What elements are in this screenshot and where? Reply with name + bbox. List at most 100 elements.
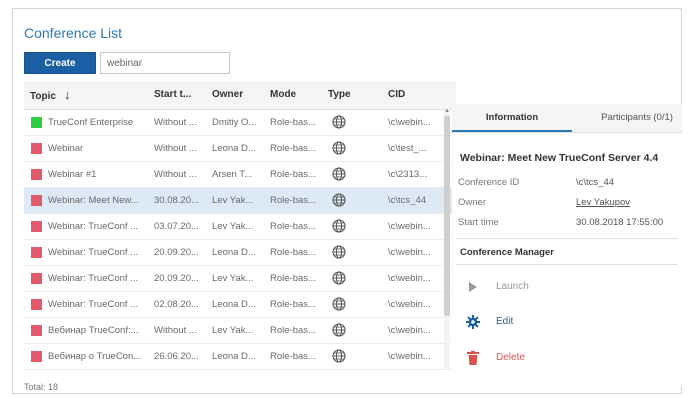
globe-icon [332, 349, 346, 363]
create-button[interactable]: Create [24, 52, 96, 74]
cell-owner: Lev Yak... [212, 221, 254, 232]
cell-owner: Lev Yak... [212, 195, 254, 206]
conference-id-value: \c\tcs_44 [576, 177, 615, 188]
cell-topic: Вебинар о TrueCon... [48, 351, 142, 362]
cell-start: Without ... [154, 325, 197, 336]
cell-cid: \c\webin... [388, 273, 431, 284]
cell-topic: Webinar: Meet New... [48, 195, 139, 206]
cell-start: Without ... [154, 169, 197, 180]
scroll-up-icon[interactable]: ▲ [444, 108, 450, 114]
status-indicator-icon [31, 221, 42, 232]
globe-icon [332, 115, 346, 129]
column-cid[interactable]: CID [388, 81, 405, 109]
owner-label: Owner [458, 197, 486, 208]
cell-start: 30.08.20... [154, 195, 199, 206]
cell-topic: Webinar [48, 143, 84, 154]
table-row[interactable]: Webinar Without ... Leona D... Role-bas... \… [24, 136, 456, 162]
conference-id-label: Conference ID [458, 177, 520, 188]
cell-owner: Lev Yak... [212, 273, 254, 284]
status-indicator-icon [31, 169, 42, 180]
sort-down-icon[interactable]: ↓ [64, 87, 71, 102]
globe-icon [332, 323, 346, 337]
owner-link[interactable]: Lev Yakupov [576, 197, 630, 208]
cell-cid: \c\webin... [388, 117, 431, 128]
table-header: Topic ↓ Start t... Owner Mode Type CID [24, 81, 456, 110]
scrollbar-thumb[interactable] [444, 116, 450, 316]
globe-icon [332, 141, 346, 155]
cell-cid: \c\webin... [388, 247, 431, 258]
gear-icon [466, 315, 480, 329]
cell-start: 03.07.20... [154, 221, 199, 232]
status-indicator-icon [31, 117, 42, 128]
cell-owner: Leona D... [212, 247, 256, 258]
cell-cid: \c\webin... [388, 351, 431, 362]
info-panel: Information Participants (0/1) Webinar: … [452, 104, 682, 386]
globe-icon [332, 219, 346, 233]
cell-start: 26.06.20... [154, 351, 199, 362]
cell-start: Without ... [154, 117, 197, 128]
cell-cid: \c\webin... [388, 221, 431, 232]
cell-start: Without ... [154, 143, 197, 154]
cell-owner: Leona D... [212, 299, 256, 310]
table-row[interactable]: Вебинар о TrueCon... 26.06.20... Leona D..… [24, 344, 456, 370]
cell-cid: \c\webin... [388, 299, 431, 310]
cell-owner: Arsen T... [212, 169, 252, 180]
cell-cid: \c\webin... [388, 325, 431, 336]
table-row[interactable]: Webinar: TrueConf ... 20.09.20... Leona D.… [24, 240, 456, 266]
column-owner[interactable]: Owner [212, 81, 243, 109]
cell-cid: \c\test_... [388, 143, 427, 154]
table-row[interactable]: Webinar: TrueConf ... 03.07.20... Lev Yak.… [24, 214, 456, 240]
divider [456, 264, 678, 265]
cell-topic: Webinar: TrueConf ... [48, 247, 139, 258]
cell-mode: Role-bas... [270, 195, 316, 206]
cell-mode: Role-bas... [270, 325, 316, 336]
status-indicator-icon [31, 195, 42, 206]
status-indicator-icon [31, 351, 42, 362]
column-mode[interactable]: Mode [270, 81, 296, 109]
tab-information[interactable]: Information [452, 104, 572, 132]
cell-mode: Role-bas... [270, 143, 316, 154]
status-indicator-icon [31, 247, 42, 258]
status-indicator-icon [31, 325, 42, 336]
cell-mode: Role-bas... [270, 221, 316, 232]
cell-mode: Role-bas... [270, 273, 316, 284]
cell-start: 20.09.20... [154, 273, 199, 284]
search-input[interactable] [100, 52, 230, 74]
globe-icon [332, 271, 346, 285]
conference-title: Webinar: Meet New TrueConf Server 4.4 [460, 152, 659, 164]
cell-topic: Webinar: TrueConf ... [48, 273, 139, 284]
conference-manager-heading: Conference Manager [460, 247, 554, 258]
total-count: Total: 18 [24, 382, 59, 392]
table-row[interactable]: Webinar #1 Without ... Arsen T... Role-bas.… [24, 162, 456, 188]
cell-mode: Role-bas... [270, 299, 316, 310]
column-type[interactable]: Type [328, 81, 351, 109]
cell-topic: Webinar: TrueConf ... [48, 299, 139, 310]
globe-icon [332, 167, 346, 181]
cell-topic: Вебинар TrueConf:... [48, 325, 139, 336]
cell-cid: \c\2313... [388, 169, 428, 180]
globe-icon [332, 245, 346, 259]
panel-tabs: Information Participants (0/1) [452, 104, 682, 133]
start-time-label: Start time [458, 217, 499, 228]
column-start-time[interactable]: Start t... [154, 81, 191, 109]
table-row[interactable]: Webinar: TrueConf ... 02.08.20... Leona D.… [24, 292, 456, 318]
globe-icon [332, 193, 346, 207]
cell-owner: Dmitiy O... [212, 117, 257, 128]
column-topic[interactable]: Topic ↓ [30, 81, 70, 109]
cell-topic: TrueConf Enterprise [48, 117, 134, 128]
divider [456, 238, 678, 239]
cell-mode: Role-bas... [270, 351, 316, 362]
table-row[interactable]: Webinar: TrueConf ... 20.09.20... Lev Yak.… [24, 266, 456, 292]
table-row[interactable]: Webinar: Meet New... 30.08.20... Lev Yak..… [24, 188, 456, 214]
table-row[interactable]: TrueConf Enterprise Without ... Dmitiy O..… [24, 110, 456, 136]
tab-participants[interactable]: Participants (0/1) [592, 104, 682, 132]
cell-owner: Leona D... [212, 351, 256, 362]
cell-topic: Webinar: TrueConf ... [48, 221, 139, 232]
page-title: Conference List [24, 25, 123, 41]
table-row[interactable]: Вебинар TrueConf:... Without ... Lev Yak..… [24, 318, 456, 344]
start-time-value: 30.08.2018 17:55:00 [576, 217, 664, 228]
cell-mode: Role-bas... [270, 247, 316, 258]
globe-icon [332, 297, 346, 311]
status-indicator-icon [31, 143, 42, 154]
cell-mode: Role-bas... [270, 117, 316, 128]
